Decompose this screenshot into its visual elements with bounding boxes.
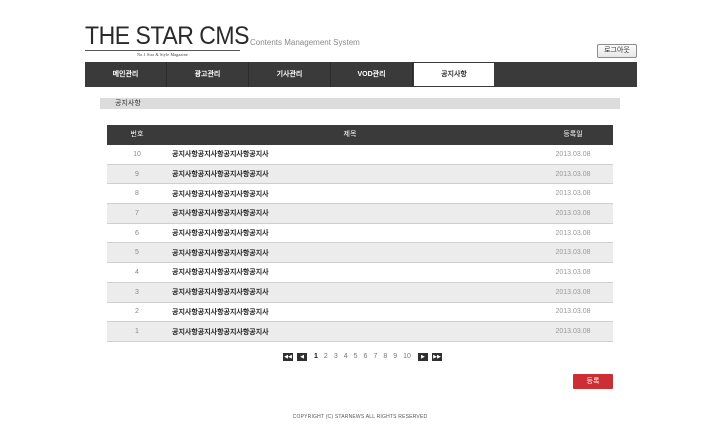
logo-divider bbox=[85, 50, 240, 51]
row-title-link[interactable]: 공지사항공지사항공지사항공지사 bbox=[167, 228, 533, 238]
row-title-link[interactable]: 공지사항공지사항공지사항공지사 bbox=[167, 169, 533, 179]
row-title-link[interactable]: 공지사항공지사항공지사항공지사 bbox=[167, 149, 533, 159]
row-number: 10 bbox=[133, 150, 141, 158]
double-chevron-left-icon[interactable]: ◀◀ bbox=[283, 352, 293, 361]
row-title-link[interactable]: 공지사항공지사항공지사항공지사 bbox=[167, 327, 533, 337]
row-title-link[interactable]: 공지사항공지사항공지사항공지사 bbox=[167, 307, 533, 317]
row-title-link[interactable]: 공지사항공지사항공지사항공지사 bbox=[167, 287, 533, 297]
nav-item-articles[interactable]: 기사관리 bbox=[249, 62, 331, 87]
site-subtitle: Contents Management System bbox=[250, 38, 360, 47]
page-number[interactable]: 8 bbox=[383, 353, 387, 360]
row-number: 9 bbox=[135, 170, 139, 178]
notice-table: 번호 제목 등록일 10 공지사항공지사항공지사항공지사 2013.03.08 … bbox=[107, 125, 613, 342]
page-number[interactable]: 9 bbox=[393, 353, 397, 360]
row-number: 5 bbox=[135, 249, 139, 257]
table-header: 번호 제목 등록일 bbox=[107, 125, 613, 145]
row-date: 2013.03.08 bbox=[555, 308, 591, 316]
table-row[interactable]: 3 공지사항공지사항공지사항공지사 2013.03.08 bbox=[107, 282, 613, 303]
nav-item-notice[interactable]: 공지사항 bbox=[413, 62, 495, 87]
row-date: 2013.03.08 bbox=[555, 150, 591, 158]
table-row[interactable]: 5 공지사항공지사항공지사항공지사 2013.03.08 bbox=[107, 243, 613, 264]
table-row[interactable]: 6 공지사항공지사항공지사항공지사 2013.03.08 bbox=[107, 223, 613, 244]
row-date: 2013.03.08 bbox=[555, 268, 591, 276]
table-row[interactable]: 1 공지사항공지사항공지사항공지사 2013.03.08 bbox=[107, 322, 613, 342]
page-number[interactable]: 7 bbox=[373, 353, 377, 360]
row-number: 7 bbox=[135, 209, 139, 217]
copyright: COPYRIGHT (C) STARNEWS ALL RIGHTS RESERV… bbox=[292, 414, 428, 420]
row-number: 6 bbox=[135, 229, 139, 237]
row-title-link[interactable]: 공지사항공지사항공지사항공지사 bbox=[167, 248, 533, 258]
row-number: 3 bbox=[135, 288, 139, 296]
page-number[interactable]: 4 bbox=[344, 353, 348, 360]
table-row[interactable]: 9 공지사항공지사항공지사항공지사 2013.03.08 bbox=[107, 164, 613, 185]
page-number[interactable]: 3 bbox=[334, 353, 338, 360]
logout-button[interactable]: 로그아웃 bbox=[597, 44, 637, 58]
column-header-title: 제목 bbox=[343, 131, 357, 138]
nav-item-vod[interactable]: VOD관리 bbox=[331, 62, 413, 87]
row-date: 2013.03.08 bbox=[555, 328, 591, 336]
chevron-left-icon[interactable]: ◀ bbox=[297, 352, 307, 361]
table-body: 10 공지사항공지사항공지사항공지사 2013.03.08 9 공지사항공지사항… bbox=[107, 145, 613, 342]
row-date: 2013.03.08 bbox=[555, 190, 591, 198]
double-chevron-right-icon[interactable]: ▶▶ bbox=[431, 352, 442, 361]
register-button[interactable]: 등록 bbox=[573, 374, 613, 389]
table-row[interactable]: 2 공지사항공지사항공지사항공지사 2013.03.08 bbox=[107, 302, 613, 323]
page-number[interactable]: 6 bbox=[364, 353, 368, 360]
row-date: 2013.03.08 bbox=[555, 249, 591, 257]
column-header-date: 등록일 bbox=[563, 131, 583, 138]
nav-item-ads[interactable]: 광고관리 bbox=[167, 62, 249, 87]
row-number: 1 bbox=[135, 328, 139, 336]
row-date: 2013.03.08 bbox=[555, 229, 591, 237]
page-number-current[interactable]: 1 bbox=[314, 353, 318, 360]
page-number[interactable]: 2 bbox=[324, 353, 328, 360]
page-number[interactable]: 10 bbox=[403, 353, 411, 360]
chevron-right-icon[interactable]: ▶ bbox=[417, 352, 428, 361]
table-row[interactable]: 7 공지사항공지사항공지사항공지사 2013.03.08 bbox=[107, 204, 613, 224]
row-number: 4 bbox=[135, 268, 139, 276]
row-title-link[interactable]: 공지사항공지사항공지사항공지사 bbox=[167, 208, 533, 218]
logo-tagline: No.1 Star & Style Magazine bbox=[137, 52, 188, 57]
row-title-link[interactable]: 공지사항공지사항공지사항공지사 bbox=[167, 189, 533, 199]
pagination: ◀◀ ◀ 1 2 3 4 5 6 7 8 9 10 ▶ ▶▶ bbox=[283, 352, 446, 361]
row-date: 2013.03.08 bbox=[555, 209, 591, 217]
row-number: 2 bbox=[135, 308, 139, 316]
row-number: 8 bbox=[135, 190, 139, 198]
logo: THE STAR CMS No.1 Star & Style Magazine bbox=[85, 22, 250, 57]
main-nav: 메인관리 광고관리 기사관리 VOD관리 공지사항 bbox=[85, 62, 637, 87]
row-date: 2013.03.08 bbox=[555, 170, 591, 178]
row-date: 2013.03.08 bbox=[555, 288, 591, 296]
page-number[interactable]: 5 bbox=[354, 353, 358, 360]
table-row[interactable]: 8 공지사항공지사항공지사항공지사 2013.03.08 bbox=[107, 184, 613, 205]
page-title: 공지사항 bbox=[115, 100, 141, 107]
section-header-bar bbox=[100, 98, 620, 109]
column-header-no: 번호 bbox=[130, 131, 144, 138]
logo-text: THE STAR CMS bbox=[85, 22, 250, 50]
nav-item-main[interactable]: 메인관리 bbox=[85, 62, 167, 87]
table-row[interactable]: 4 공지사항공지사항공지사항공지사 2013.03.08 bbox=[107, 263, 613, 283]
table-row[interactable]: 10 공지사항공지사항공지사항공지사 2013.03.08 bbox=[107, 145, 613, 165]
row-title-link[interactable]: 공지사항공지사항공지사항공지사 bbox=[167, 267, 533, 277]
